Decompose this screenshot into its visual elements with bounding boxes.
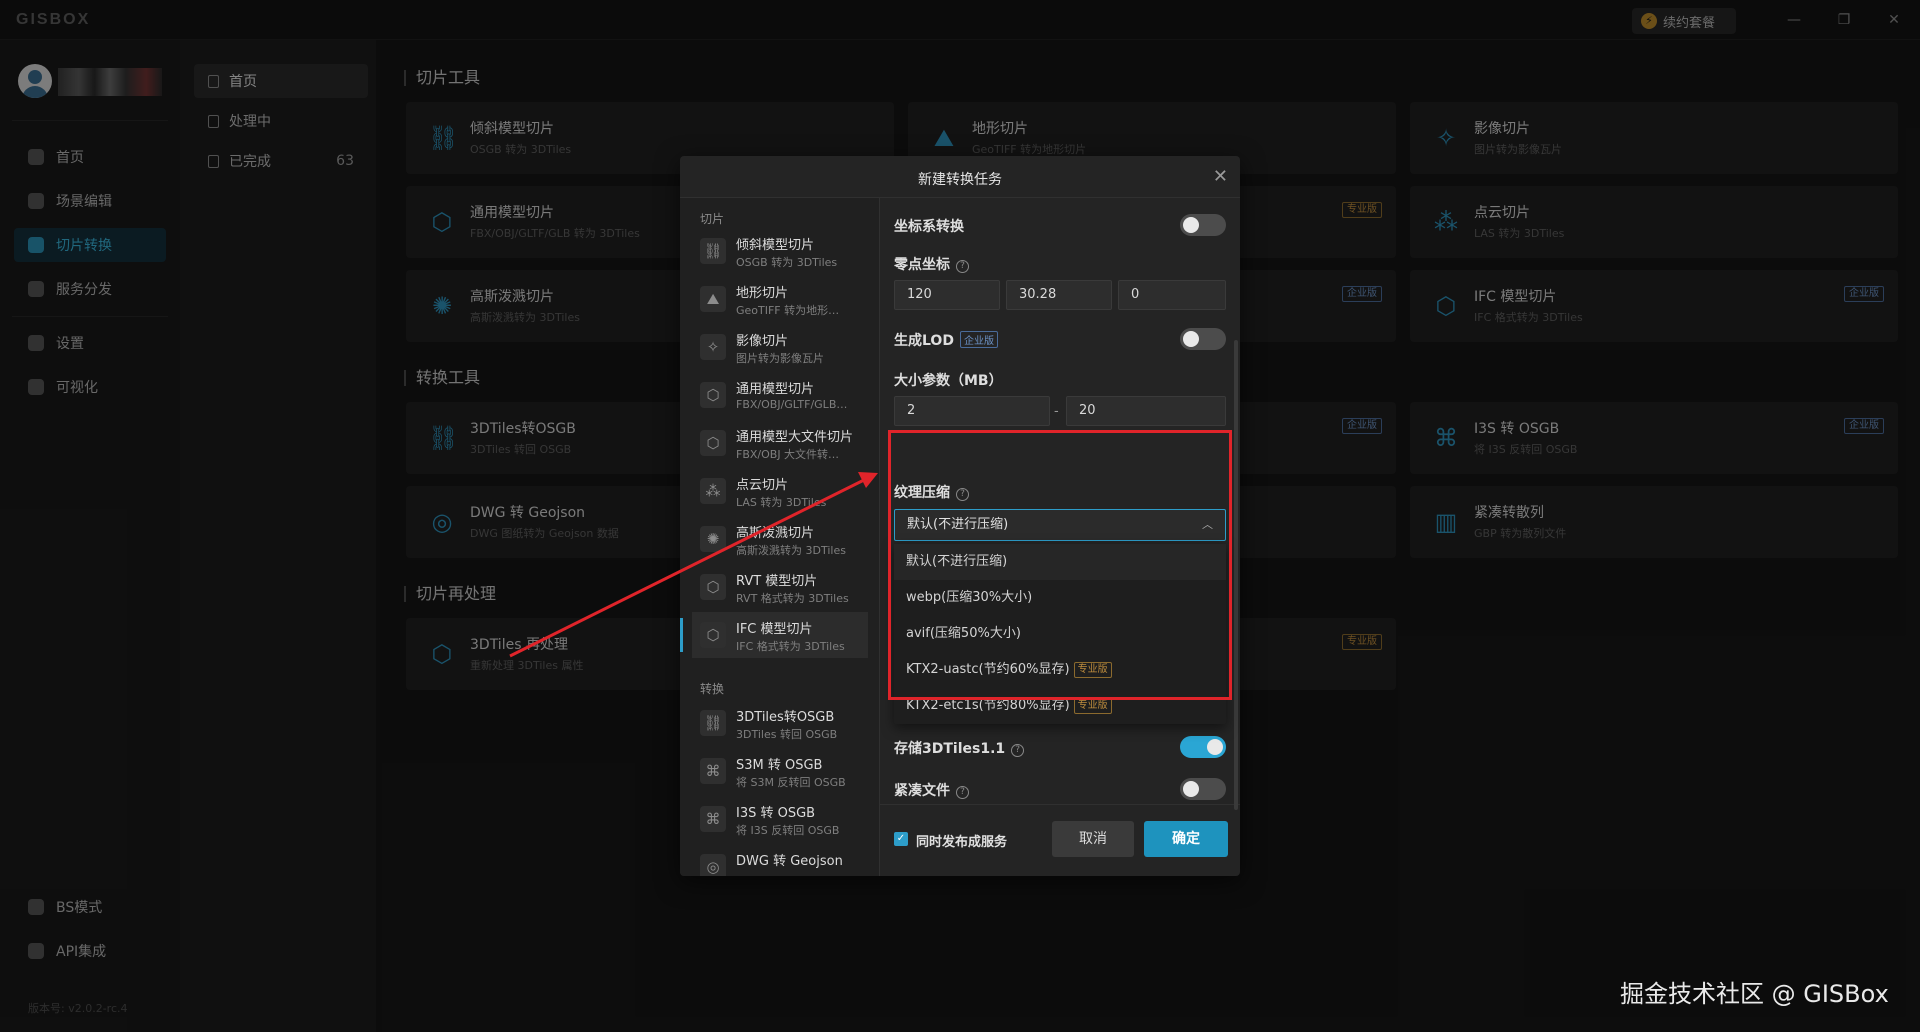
convert-icon: ⛓ xyxy=(700,710,726,736)
new-task-dialog: 新建转换任务 ✕ 切片 ⛓ 倾斜模型切片 OSGB 转为 3DTiles ⛰ 地形切片… xyxy=(680,156,1240,876)
lod-toggle[interactable] xyxy=(1180,328,1226,350)
group-label: 切片 xyxy=(700,212,725,226)
compact-file-toggle[interactable] xyxy=(1180,778,1226,800)
task-type-item[interactable]: ◎ DWG 转 Geojson xyxy=(692,844,868,876)
texture-compress-select[interactable]: 默认(不进行压缩) ︿ xyxy=(894,509,1226,541)
publish-checkbox[interactable]: ✓ xyxy=(894,832,908,846)
publish-label: 同时发布成服务 xyxy=(916,835,1008,850)
gaussian-icon: ✺ xyxy=(700,526,726,552)
dropdown-option[interactable]: webp(压缩30%大小) xyxy=(894,580,1226,616)
dropdown-option[interactable]: avif(压缩50%大小) xyxy=(894,616,1226,652)
cube-icon: ⬡ xyxy=(700,574,726,600)
task-type-item[interactable]: ⛓ 倾斜模型切片 OSGB 转为 3DTiles xyxy=(692,228,868,274)
task-type-item[interactable]: ✺ 高斯泼溅切片 高斯泼溅转为 3DTiles xyxy=(692,516,868,562)
task-type-list: 切片 ⛓ 倾斜模型切片 OSGB 转为 3DTiles ⛰ 地形切片 GeoTIFF 转… xyxy=(680,198,880,876)
help-icon[interactable]: ? xyxy=(1011,744,1025,757)
task-type-item[interactable]: ⬡ 通用模型切片 FBX/OBJ/GLTF/GLB… xyxy=(692,372,868,418)
pointcloud-icon: ⁂ xyxy=(700,478,726,504)
dwg-icon: ◎ xyxy=(700,854,726,876)
lod-label: 生成LOD 企业版 xyxy=(894,330,998,350)
store-3dtiles-toggle[interactable] xyxy=(1180,736,1226,758)
dialog-footer: ✓ 同时发布成服务 取消 确定 xyxy=(880,804,1240,876)
terrain-icon: ⛰ xyxy=(700,286,726,312)
compact-file-label: 紧凑文件? xyxy=(894,780,969,800)
dialog-header: 新建转换任务 ✕ xyxy=(680,156,1240,198)
task-type-item[interactable]: ⌘ S3M 转 OSGB 将 S3M 反转回 OSGB xyxy=(692,748,868,794)
task-type-item[interactable]: ⛰ 地形切片 GeoTIFF 转为地形… xyxy=(692,276,868,322)
enterprise-badge: 企业版 xyxy=(959,331,998,348)
imagery-icon: ✧ xyxy=(700,334,726,360)
task-type-item[interactable]: ⛓ 3DTiles转OSGB 3DTiles 转回 OSGB xyxy=(692,700,868,746)
cube-icon: ⬡ xyxy=(700,382,726,408)
size-min-input[interactable]: 2 xyxy=(894,396,1050,426)
group-label: 转换 xyxy=(700,682,725,696)
task-type-item[interactable]: ⌘ I3S 转 OSGB 将 I3S 反转回 OSGB xyxy=(692,796,868,842)
cube-icon: ⬡ xyxy=(700,622,726,648)
close-icon[interactable]: ✕ xyxy=(1213,166,1228,187)
dialog-title: 新建转换任务 xyxy=(918,172,1002,188)
texture-compress-label: 纹理压缩? xyxy=(894,482,969,502)
task-type-item[interactable]: ✧ 影像切片 图片转为影像瓦片 xyxy=(692,324,868,370)
task-type-item[interactable]: ⁂ 点云切片 LAS 转为 3DTiles xyxy=(692,468,868,514)
origin-label: 零点坐标? xyxy=(894,254,969,274)
size-param-label: 大小参数（MB） xyxy=(894,373,1003,389)
watermark: 掘金技术社区 @ GISBox xyxy=(1620,980,1889,1008)
dropdown-option[interactable]: 默认(不进行压缩) xyxy=(894,544,1226,580)
pro-badge: 专业版 xyxy=(1073,662,1112,678)
convert-icon: ⌘ xyxy=(700,758,726,784)
range-dash: - xyxy=(1054,404,1059,419)
convert-icon: ⌘ xyxy=(700,806,726,832)
help-icon[interactable]: ? xyxy=(956,488,969,501)
cancel-button[interactable]: 取消 xyxy=(1052,821,1134,857)
tilt-model-icon: ⛓ xyxy=(700,238,726,264)
store-3dtiles-label: 存储3DTiles1.1? xyxy=(894,738,1025,758)
task-type-item[interactable]: ⬡ 通用模型大文件切片 FBX/OBJ 大文件转… xyxy=(692,420,868,466)
help-icon[interactable]: ? xyxy=(956,786,969,799)
chevron-up-icon: ︿ xyxy=(1202,518,1213,531)
dropdown-option[interactable]: KTX2-uastc(节约60%显存) 专业版 xyxy=(894,652,1226,688)
task-type-item-selected[interactable]: ⬡ IFC 模型切片 IFC 格式转为 3DTiles xyxy=(680,612,868,658)
task-form: 坐标系转换 零点坐标? 120 30.28 0 生成LOD 企业版 大小参数（MB… xyxy=(890,198,1230,800)
origin-y-input[interactable]: 30.28 xyxy=(1006,280,1112,310)
dialog-scrollbar[interactable] xyxy=(1234,340,1238,810)
dropdown-option[interactable]: KTX2-etc1s(节约80%显存) 专业版 xyxy=(894,688,1226,724)
confirm-button[interactable]: 确定 xyxy=(1144,821,1228,857)
origin-z-input[interactable]: 0 xyxy=(1118,280,1226,310)
texture-compress-dropdown: 默认(不进行压缩) webp(压缩30%大小) avif(压缩50%大小) KT… xyxy=(894,544,1226,724)
size-max-input[interactable]: 20 xyxy=(1066,396,1226,426)
origin-x-input[interactable]: 120 xyxy=(894,280,1000,310)
coord-transform-toggle[interactable] xyxy=(1180,214,1226,236)
task-type-item[interactable]: ⬡ RVT 模型切片 RVT 格式转为 3DTiles xyxy=(692,564,868,610)
coord-transform-label: 坐标系转换 xyxy=(894,219,964,235)
cube-icon: ⬡ xyxy=(700,430,726,456)
pro-badge: 专业版 xyxy=(1073,698,1112,714)
help-icon[interactable]: ? xyxy=(956,260,969,273)
